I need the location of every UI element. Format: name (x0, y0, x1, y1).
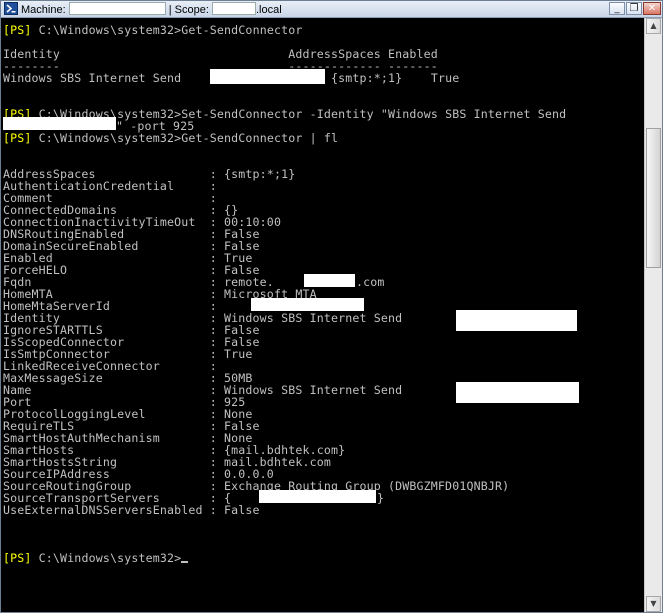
redacted-scope-name (212, 2, 256, 15)
property-value: Windows SBS Internet Send (224, 383, 403, 397)
scrollbar-thumb[interactable] (646, 128, 661, 268)
prompt-line-3: [PS] C:\Windows\system32>Get-SendConnect… (3, 132, 338, 144)
console-output[interactable]: [PS] C:\Windows\system32>Get-SendConnect… (1, 18, 644, 612)
row-address-enabled: {smtp:*;1} True (331, 71, 460, 85)
property-value: False (224, 503, 260, 517)
redacted-connector-name (3, 117, 116, 130)
row-identity: Windows SBS Internet Send (3, 71, 182, 85)
ps-prompt-tag: [PS] (3, 23, 32, 37)
title-bar[interactable]: Machine: | Scope: .local _ ❐ ✕ (1, 1, 662, 18)
title-scope-label: | Scope: (168, 4, 209, 16)
redacted-value (456, 310, 577, 331)
restore-button[interactable]: ❐ (626, 2, 642, 15)
redacted-identity-suffix (210, 69, 325, 84)
prompt-line-1: [PS] C:\Windows\system32>Get-SendConnect… (3, 24, 302, 36)
window-title: Machine: | Scope: .local (21, 2, 282, 17)
redacted-value (304, 274, 355, 287)
prompt-path: C:\Windows\system32> (31, 131, 182, 145)
title-suffix: .local (256, 4, 282, 16)
powershell-window: Machine: | Scope: .local _ ❐ ✕ [PS] C:\W… (0, 0, 663, 613)
arrow-up-icon[interactable]: ▲ (646, 18, 661, 34)
redacted-machine-name (68, 2, 166, 15)
ps-prompt-tag: [PS] (3, 551, 32, 565)
property-value: True (224, 347, 253, 361)
redacted-value (251, 298, 364, 311)
prompt-line-final: [PS] C:\Windows\system32> (3, 551, 189, 565)
command-text: SendConnector -Identity "Windows SBS Int… (209, 107, 567, 121)
minimize-button[interactable]: _ (609, 2, 625, 15)
table-row: Windows SBS Internet Send (3, 72, 181, 84)
property-value-suffix: } (377, 491, 385, 505)
property-value-suffix: .com (356, 275, 385, 289)
close-button[interactable]: ✕ (643, 2, 661, 15)
redacted-value (456, 382, 579, 403)
vertical-scrollbar[interactable]: ▲ ▼ (644, 18, 662, 612)
arrow-down-icon[interactable]: ▼ (646, 596, 661, 612)
powershell-icon (4, 2, 18, 15)
title-machine-label: Machine: (21, 4, 66, 16)
property-name: UseExternalDNSServersEnabled : (3, 503, 225, 517)
ps-prompt-tag: [PS] (3, 131, 32, 145)
property-row: UseExternalDNSServersEnabled : False (3, 504, 260, 516)
redacted-value (259, 490, 376, 503)
property-value: {smtp:*;1} (224, 167, 296, 181)
command-text: Get-SendConnector | fl (181, 131, 339, 145)
prompt-path: C:\Windows\system32> (31, 23, 182, 37)
command-text: Get-SendConnector (181, 23, 303, 37)
text-cursor (181, 561, 189, 563)
prompt-path: C:\Windows\system32> (31, 551, 182, 565)
